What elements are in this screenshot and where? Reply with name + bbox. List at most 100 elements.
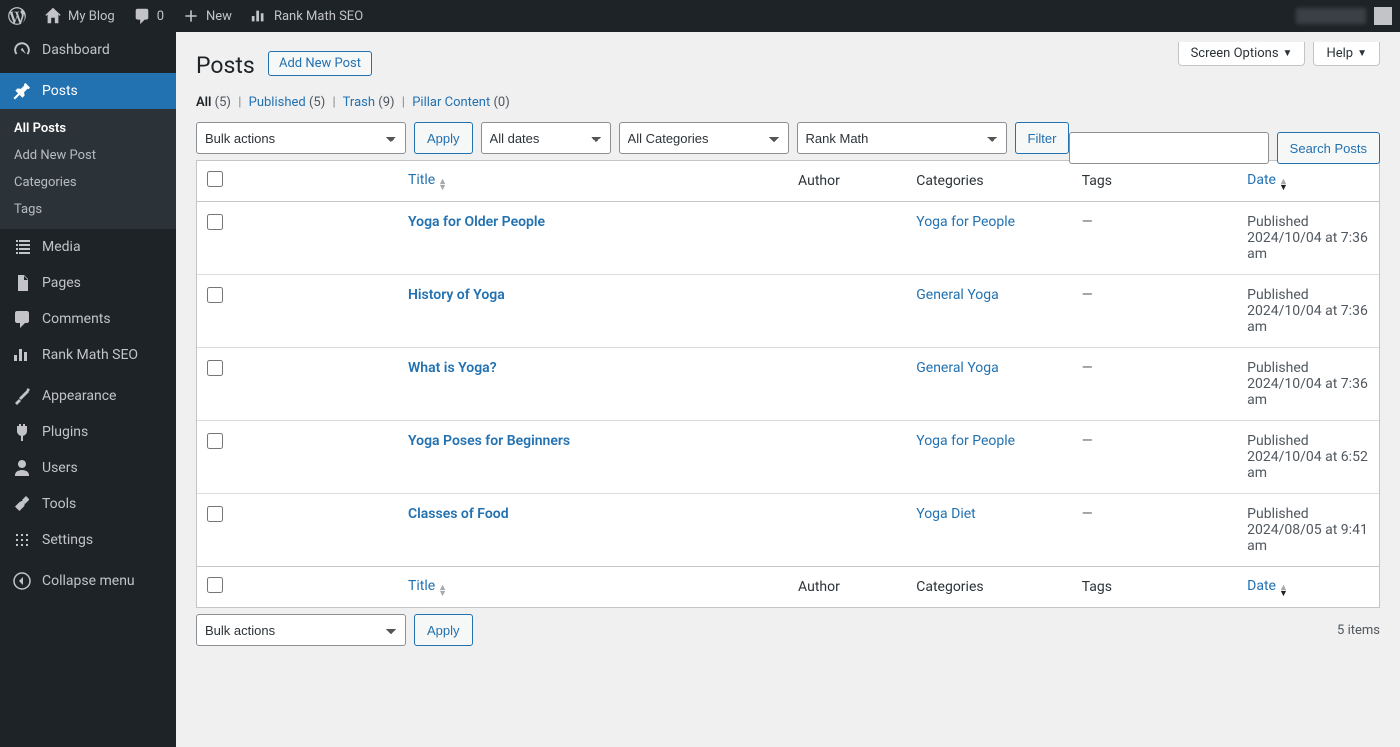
comments-link[interactable]: 0 — [133, 7, 164, 25]
sort-icon: ▲▼ — [438, 179, 447, 191]
post-date: Published2024/10/04 at 6:52 am — [1237, 421, 1379, 494]
menu-pages[interactable]: Pages — [0, 265, 176, 301]
row-checkbox[interactable] — [207, 360, 223, 376]
chevron-down-icon: ▼ — [1283, 48, 1293, 59]
filter-trash[interactable]: Trash — [343, 95, 375, 110]
column-date-foot[interactable]: Date▲▼ — [1237, 566, 1379, 607]
add-new-post-button[interactable]: Add New Post — [268, 51, 372, 76]
menu-posts[interactable]: Posts — [0, 73, 176, 109]
search-input[interactable] — [1069, 132, 1269, 164]
new-label: New — [206, 9, 232, 24]
page-title: Posts — [196, 32, 255, 87]
menu-tools[interactable]: Tools — [0, 486, 176, 522]
appearance-icon — [12, 386, 32, 406]
post-tags: — — [1072, 275, 1237, 348]
home-icon — [44, 7, 62, 25]
collapse-icon — [12, 571, 32, 591]
sort-icon: ▲▼ — [1279, 585, 1288, 597]
menu-plugins[interactable]: Plugins — [0, 414, 176, 450]
posts-table: Title▲▼ Author Categories Tags Date▲▼ Yo… — [196, 160, 1380, 608]
users-icon — [12, 458, 32, 478]
select-all-bottom[interactable] — [207, 577, 223, 593]
submenu-add-new-post[interactable]: Add New Post — [0, 142, 176, 169]
post-title-link[interactable]: Yoga for Older People — [408, 214, 545, 230]
post-date: Published2024/10/04 at 7:36 am — [1237, 348, 1379, 421]
post-title-link[interactable]: Yoga Poses for Beginners — [408, 433, 570, 449]
filter-all-count: (5) — [215, 95, 231, 110]
comments-count: 0 — [157, 9, 164, 24]
screen-meta-links: Screen Options ▼ Help ▼ — [1178, 42, 1380, 66]
column-date[interactable]: Date▲▼ — [1237, 161, 1379, 202]
menu-dashboard-label: Dashboard — [42, 42, 110, 58]
post-category-link[interactable]: General Yoga — [916, 360, 999, 376]
my-account[interactable] — [1296, 7, 1392, 25]
menu-pages-label: Pages — [42, 275, 81, 291]
submenu-all-posts[interactable]: All Posts — [0, 115, 176, 142]
plus-icon — [182, 7, 200, 25]
menu-users[interactable]: Users — [0, 450, 176, 486]
submenu-tags[interactable]: Tags — [0, 196, 176, 223]
dashboard-icon — [12, 40, 32, 60]
row-checkbox[interactable] — [207, 214, 223, 230]
apply-bulk-button[interactable]: Apply — [414, 122, 473, 154]
menu-plugins-label: Plugins — [42, 424, 88, 440]
post-title-link[interactable]: Classes of Food — [408, 506, 509, 522]
bulk-action-select[interactable]: Bulk actions — [196, 122, 406, 154]
post-category-link[interactable]: Yoga Diet — [916, 506, 976, 522]
menu-users-label: Users — [42, 460, 78, 476]
select-all-top[interactable] — [207, 171, 223, 187]
date-filter-select[interactable]: All dates — [481, 122, 611, 154]
category-filter-select[interactable]: All Categories — [619, 122, 789, 154]
menu-comments[interactable]: Comments — [0, 301, 176, 337]
apply-bulk-button-bottom[interactable]: Apply — [414, 614, 473, 646]
admin-menu: Dashboard Posts All Posts Add New Post C… — [0, 32, 176, 747]
submenu-categories[interactable]: Categories — [0, 169, 176, 196]
sort-icon: ▲▼ — [438, 585, 447, 597]
bulk-action-select-bottom[interactable]: Bulk actions — [196, 614, 406, 646]
rankmath-filter-select[interactable]: Rank Math — [797, 122, 1007, 154]
column-tags-foot: Tags — [1072, 566, 1237, 607]
filter-button[interactable]: Filter — [1015, 122, 1070, 154]
help-toggle[interactable]: Help ▼ — [1313, 42, 1380, 66]
menu-dashboard[interactable]: Dashboard — [0, 32, 176, 68]
new-content-link[interactable]: New — [182, 7, 232, 25]
screen-options-toggle[interactable]: Screen Options ▼ — [1178, 42, 1306, 66]
filter-pillar[interactable]: Pillar Content — [412, 95, 490, 110]
menu-rankmath[interactable]: Rank Math SEO — [0, 337, 176, 373]
filter-published[interactable]: Published — [249, 95, 306, 110]
filter-all[interactable]: All — [196, 95, 211, 110]
rankmath-adminbar[interactable]: Rank Math SEO — [250, 7, 363, 25]
wp-logo[interactable] — [8, 7, 26, 25]
column-title-foot[interactable]: Title▲▼ — [398, 566, 788, 607]
search-posts-button[interactable]: Search Posts — [1277, 132, 1380, 164]
menu-rankmath-label: Rank Math SEO — [42, 347, 138, 363]
menu-appearance[interactable]: Appearance — [0, 378, 176, 414]
post-title-link[interactable]: What is Yoga? — [408, 360, 497, 376]
column-categories-foot: Categories — [906, 566, 1071, 607]
post-category-link[interactable]: General Yoga — [916, 287, 999, 303]
row-checkbox[interactable] — [207, 433, 223, 449]
menu-tools-label: Tools — [42, 496, 76, 512]
table-row: Yoga for Older PeopleYoga for People—Pub… — [197, 202, 1379, 275]
column-tags: Tags — [1072, 161, 1237, 202]
post-tags: — — [1072, 494, 1237, 566]
row-checkbox[interactable] — [207, 287, 223, 303]
items-count-bottom: 5 items — [1337, 623, 1380, 638]
post-title-link[interactable]: History of Yoga — [408, 287, 505, 303]
pages-icon — [12, 273, 32, 293]
menu-collapse[interactable]: Collapse menu — [0, 563, 176, 599]
post-category-link[interactable]: Yoga for People — [916, 433, 1015, 449]
screen-options-label: Screen Options — [1191, 46, 1279, 61]
admin-bar: My Blog 0 New Rank Math SEO — [0, 0, 1400, 32]
row-checkbox[interactable] — [207, 506, 223, 522]
sort-icon: ▲▼ — [1279, 179, 1288, 191]
rankmath-bars-icon — [250, 7, 268, 25]
site-name-link[interactable]: My Blog — [44, 7, 115, 25]
menu-settings[interactable]: Settings — [0, 522, 176, 558]
filter-published-count: (5) — [309, 95, 325, 110]
column-title[interactable]: Title▲▼ — [398, 161, 788, 202]
filter-trash-count: (9) — [378, 95, 394, 110]
post-category-link[interactable]: Yoga for People — [916, 214, 1015, 230]
post-date: Published2024/10/04 at 7:36 am — [1237, 275, 1379, 348]
menu-media[interactable]: Media — [0, 229, 176, 265]
